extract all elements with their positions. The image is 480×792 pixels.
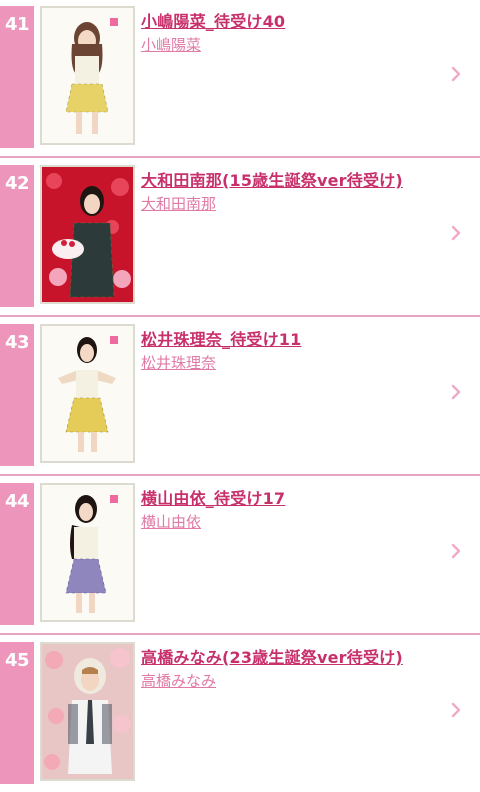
- member-name-link[interactable]: 松井珠理奈: [141, 352, 216, 373]
- member-photo-icon: [42, 8, 133, 143]
- member-photo-icon: [42, 485, 133, 620]
- member-photo-icon: [42, 167, 133, 302]
- member-photo-thumbnail[interactable]: [40, 324, 135, 463]
- member-photo-thumbnail[interactable]: [40, 642, 135, 781]
- member-name-link[interactable]: 高橋みなみ: [141, 670, 216, 691]
- rank-badge: 45: [0, 642, 34, 784]
- member-photo-icon: [42, 326, 133, 461]
- wallpaper-title-link[interactable]: 高橋みなみ(23歳生誕祭ver待受け): [141, 644, 403, 668]
- wallpaper-title-link[interactable]: 松井珠理奈_待受け11: [141, 326, 301, 350]
- chevron-right-icon[interactable]: [448, 702, 464, 718]
- member-photo-icon: [42, 644, 133, 779]
- list-item[interactable]: 44 横山由依_待受け17 横山由依: [0, 477, 480, 635]
- member-photo-thumbnail[interactable]: [40, 165, 135, 304]
- member-name-link[interactable]: 横山由依: [141, 511, 201, 532]
- rank-badge: 42: [0, 165, 34, 307]
- rank-badge: 43: [0, 324, 34, 466]
- wallpaper-title-link[interactable]: 横山由依_待受け17: [141, 485, 285, 509]
- list-item[interactable]: 42 大和田南那(15歳生誕祭ver待受け) 大和田南那: [0, 159, 480, 317]
- list-item[interactable]: 45 高橋みなみ(23歳生誕祭ver待受け) 高橋みなみ: [0, 636, 480, 792]
- member-photo-thumbnail[interactable]: [40, 6, 135, 145]
- list-item[interactable]: 41 小嶋陽菜_待受け40 小嶋陽菜: [0, 0, 480, 158]
- member-photo-thumbnail[interactable]: [40, 483, 135, 622]
- rank-badge: 41: [0, 6, 34, 148]
- member-name-link[interactable]: 大和田南那: [141, 193, 216, 214]
- chevron-right-icon[interactable]: [448, 225, 464, 241]
- rank-badge: 44: [0, 483, 34, 625]
- wallpaper-title-link[interactable]: 小嶋陽菜_待受け40: [141, 8, 285, 32]
- chevron-right-icon[interactable]: [448, 543, 464, 559]
- chevron-right-icon[interactable]: [448, 66, 464, 82]
- list-item[interactable]: 43 松井珠理奈_待受け11 松井珠理奈: [0, 318, 480, 476]
- wallpaper-ranking-list: 41 小嶋陽菜_待受け40 小嶋陽菜 42 大和田南那(15歳生誕祭ver待受け…: [0, 0, 480, 792]
- chevron-right-icon[interactable]: [448, 384, 464, 400]
- member-name-link[interactable]: 小嶋陽菜: [141, 34, 201, 55]
- wallpaper-title-link[interactable]: 大和田南那(15歳生誕祭ver待受け): [141, 167, 403, 191]
